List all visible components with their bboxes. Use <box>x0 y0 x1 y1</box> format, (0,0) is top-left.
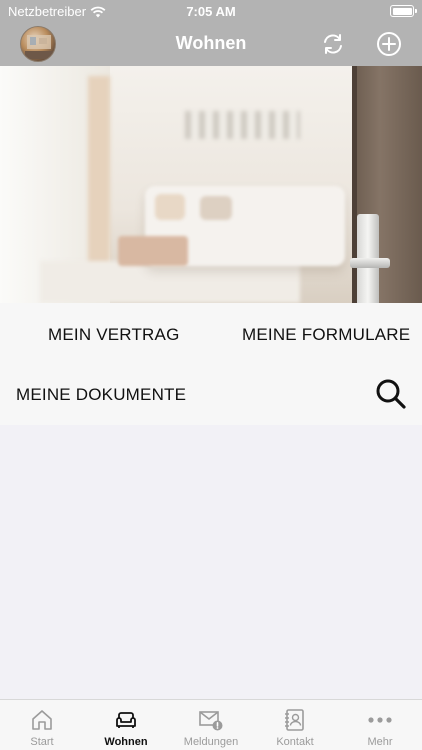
menu-row-contracts: MEIN VERTRAG MEINE FORMULARE <box>0 303 422 363</box>
sofa-icon <box>116 712 136 728</box>
hero-coffee-table <box>118 236 188 266</box>
hero-pillow <box>155 194 185 220</box>
tab-label: Meldungen <box>183 736 239 748</box>
battery-icon <box>390 5 417 17</box>
content-area <box>0 425 422 699</box>
search-icon[interactable] <box>374 377 408 411</box>
status-bar: Netzbetreiber 7:05 AM <box>0 0 422 22</box>
tab-start[interactable]: Start <box>0 700 84 750</box>
more-dots-icon <box>368 717 392 723</box>
tab-bar: Start Wohnen Meldungen Kontakt Mehr <box>0 699 422 750</box>
tab-kontakt[interactable]: Kontakt <box>253 700 337 750</box>
house-icon <box>32 710 52 730</box>
tab-mehr[interactable]: Mehr <box>338 700 422 750</box>
navigation-bar: Wohnen <box>0 22 422 66</box>
meine-formulare-link[interactable]: MEINE FORMULARE <box>242 325 410 345</box>
page-title: Wohnen <box>175 33 247 53</box>
tab-label: Wohnen <box>104 736 148 748</box>
hero-door-handle <box>350 258 390 268</box>
tab-label: Kontakt <box>276 736 314 748</box>
add-icon[interactable] <box>376 31 402 57</box>
hero-curtain <box>88 76 110 266</box>
tab-label: Mehr <box>367 736 393 748</box>
mail-alert-icon <box>199 711 223 731</box>
hero-wall-art <box>185 111 300 139</box>
tab-label: Start <box>30 736 54 748</box>
status-time: 7:05 AM <box>186 4 236 19</box>
hero-image <box>0 66 422 303</box>
tab-wohnen[interactable]: Wohnen <box>84 700 168 750</box>
hero-rug <box>40 261 300 303</box>
menu-row-documents: MEINE DOKUMENTE <box>0 363 422 425</box>
mein-vertrag-link[interactable]: MEIN VERTRAG <box>48 325 180 345</box>
meine-dokumente-link[interactable]: MEINE DOKUMENTE <box>16 385 186 405</box>
hero-pillow <box>200 196 232 220</box>
contact-book-icon <box>285 709 304 731</box>
sync-icon[interactable] <box>320 31 346 57</box>
tab-meldungen[interactable]: Meldungen <box>169 700 253 750</box>
